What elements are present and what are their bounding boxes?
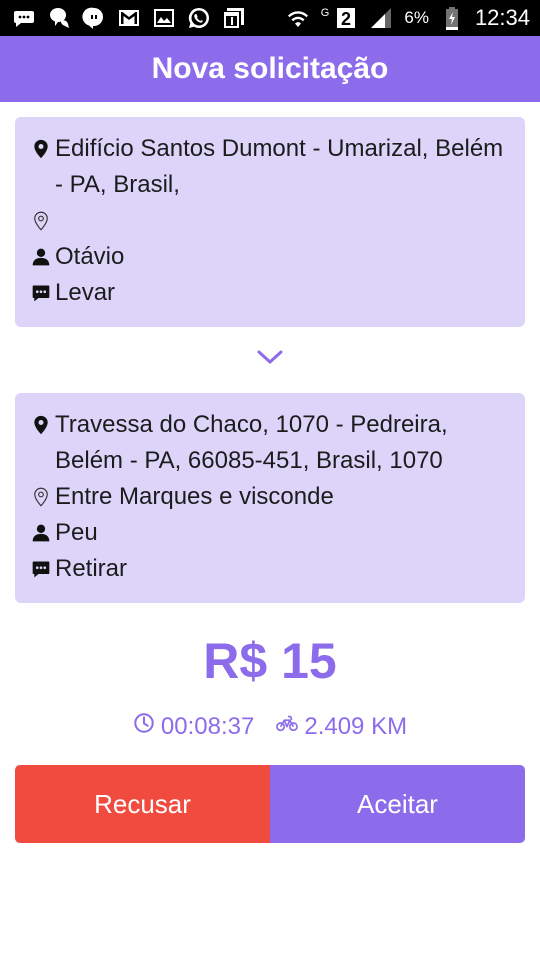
sim-number: 2 (341, 9, 351, 29)
pickup-reference-row (31, 203, 509, 239)
distance-item: 2.409 KM (276, 712, 407, 741)
trip-meta: 00:08:37 2.409 KM (0, 712, 540, 741)
dropoff-contact: Peu (55, 519, 98, 546)
signal-icon (369, 6, 393, 30)
distance-value: 2.409 KM (304, 712, 408, 740)
dropoff-reference: Entre Marques e visconde (55, 483, 334, 510)
bicycle-icon (276, 712, 299, 741)
dropoff-instruction-row: Retirar (31, 551, 509, 587)
dropoff-address-row: Travessa do Chaco, 1070 - Pedreira, Belé… (31, 407, 509, 479)
status-bar: G 2 6% 12:34 (0, 0, 540, 36)
battery-icon (440, 6, 464, 30)
location-outline-icon (31, 479, 51, 515)
comment-icon (31, 275, 51, 311)
window-icon (222, 6, 246, 30)
pickup-address: Edifício Santos Dumont - Umarizal, Belém… (55, 135, 504, 198)
pickup-address-row: Edifício Santos Dumont - Umarizal, Belém… (31, 131, 509, 203)
accept-button[interactable]: Aceitar (270, 765, 525, 843)
location-pin-icon (31, 407, 51, 443)
price-label: R$ 15 (203, 633, 337, 689)
person-icon (31, 239, 51, 275)
chevron-down-icon (257, 346, 283, 368)
pickup-instruction: Levar (55, 279, 116, 306)
clock: 12:34 (474, 5, 530, 30)
pickup-contact: Otávio (55, 243, 125, 270)
hangouts-icon (47, 6, 71, 30)
decline-button[interactable]: Recusar (15, 765, 270, 843)
notification-icons (12, 6, 246, 30)
location-pin-icon (31, 131, 51, 167)
page-title: Nova solicitação (151, 52, 389, 85)
pickup-card[interactable]: Edifício Santos Dumont - Umarizal, Belém… (15, 117, 525, 327)
dropoff-card[interactable]: Travessa do Chaco, 1070 - Pedreira, Belé… (15, 393, 525, 603)
network-type-label: G (320, 7, 330, 19)
system-icons: G 2 6% 12:34 (286, 5, 530, 31)
pickup-instruction-row: Levar (31, 275, 509, 311)
dropoff-instruction: Retirar (55, 555, 128, 582)
location-outline-icon (31, 203, 51, 239)
pickup-contact-row: Otávio (31, 239, 509, 275)
gmail-icon (117, 6, 141, 30)
chat-icon (12, 6, 36, 30)
wifi-icon (286, 6, 310, 30)
duration-item: 00:08:37 (133, 712, 254, 741)
clock-icon (133, 712, 155, 741)
dropoff-contact-row: Peu (31, 515, 509, 551)
person-icon (31, 515, 51, 551)
duration-value: 00:08:37 (160, 712, 255, 740)
sim-icon: 2 (334, 6, 358, 30)
accept-button-label: Aceitar (357, 788, 438, 819)
battery-percent: 6% (404, 8, 429, 27)
messenger-icon (82, 6, 106, 30)
app-bar: Nova solicitação (0, 36, 540, 102)
dropoff-reference-row: Entre Marques e visconde (31, 479, 509, 515)
decline-button-label: Recusar (94, 788, 191, 819)
photos-icon (152, 6, 176, 30)
dropoff-address: Travessa do Chaco, 1070 - Pedreira, Belé… (55, 411, 448, 474)
comment-icon (31, 551, 51, 587)
whatsapp-icon (187, 6, 211, 30)
